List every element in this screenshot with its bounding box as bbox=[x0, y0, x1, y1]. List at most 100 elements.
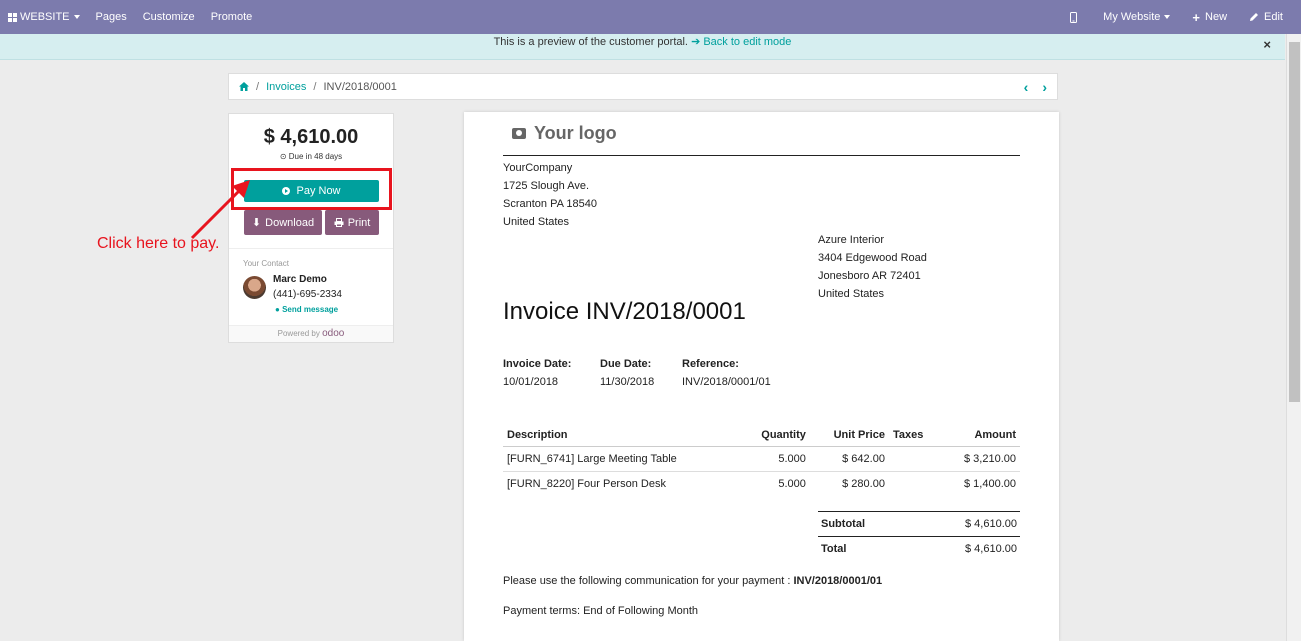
back-to-edit-label: Back to edit mode bbox=[703, 36, 792, 48]
next-record-chevron-right-icon[interactable]: › bbox=[1042, 79, 1047, 95]
new-label: New bbox=[1205, 11, 1228, 23]
amount-due: $ 4,610.00 bbox=[263, 126, 359, 148]
clock-icon: ⊙ bbox=[279, 152, 287, 161]
promote-menu[interactable]: Promote bbox=[203, 0, 261, 34]
address-line: 3404 Edgewood Road bbox=[818, 252, 927, 264]
line-unit-price: $ 642.00 bbox=[809, 446, 889, 472]
address-line: United States bbox=[503, 216, 570, 228]
invoice-lines-table: Description Quantity Unit Price Taxes Am… bbox=[503, 424, 1020, 496]
odoo-logo: odoo bbox=[322, 328, 345, 339]
contact-section-label: Your Contact bbox=[243, 259, 289, 268]
sidebar-divider bbox=[229, 248, 393, 249]
preview-text: This is a preview of the customer portal… bbox=[493, 36, 688, 48]
reference: Reference: INV/2018/0001/01 bbox=[682, 355, 771, 391]
send-message-link[interactable]: ● Send message bbox=[275, 305, 338, 314]
line-taxes bbox=[889, 472, 940, 497]
meta-value: INV/2018/0001/01 bbox=[682, 376, 771, 388]
page-scrollbar[interactable] bbox=[1286, 34, 1301, 641]
address-line: Scranton PA 18540 bbox=[503, 198, 597, 210]
column-header: Taxes bbox=[888, 424, 941, 447]
previous-record-chevron-left-icon[interactable]: ‹ bbox=[1024, 79, 1029, 95]
pages-menu[interactable]: Pages bbox=[88, 0, 135, 34]
line-amount: $ 1,400.00 bbox=[964, 478, 1016, 490]
customer-address: Azure Interior 3404 Edgewood Road Jonesb… bbox=[818, 231, 927, 303]
send-message-label: Send message bbox=[282, 305, 339, 314]
close-icon[interactable]: × bbox=[1263, 36, 1271, 53]
caret-down-icon bbox=[73, 15, 80, 19]
annotation-text: Click here to pay. bbox=[97, 235, 220, 252]
address-line: 1725 Slough Ave. bbox=[503, 180, 590, 192]
my-website-menu[interactable]: My Website bbox=[1095, 0, 1184, 34]
payment-communication: Please use the following communication f… bbox=[503, 575, 882, 587]
column-header: Quantity bbox=[739, 424, 810, 447]
line-description: [FURN_6741] Large Meeting Table bbox=[503, 446, 740, 472]
table-row: [FURN_8220] Four Person Desk 5.000 $ 280… bbox=[503, 472, 1020, 497]
print-label: Print bbox=[347, 216, 371, 229]
website-topbar: WEBSITE Pages Customize Promote My Websi… bbox=[0, 0, 1301, 34]
logo-text: Your logo bbox=[534, 123, 617, 143]
mobile-preview-button[interactable] bbox=[1062, 0, 1095, 34]
column-header: Unit Price bbox=[809, 424, 889, 447]
meta-value: 10/01/2018 bbox=[503, 376, 559, 388]
camera-icon bbox=[512, 128, 526, 139]
address-line: Jonesboro AR 72401 bbox=[818, 270, 921, 282]
due-text: Due in 48 days bbox=[288, 152, 343, 161]
powered-by-text: Powered by bbox=[277, 329, 320, 338]
meta-label: Invoice Date: bbox=[503, 358, 572, 370]
mobile-icon bbox=[1070, 11, 1078, 23]
breadcrumb-separator: / bbox=[256, 80, 260, 93]
line-description: [FURN_8220] Four Person Desk bbox=[507, 478, 666, 490]
line-quantity: 5.000 bbox=[739, 446, 810, 472]
due-date: Due Date: 11/30/2018 bbox=[600, 355, 654, 391]
line-unit-price: $ 280.00 bbox=[842, 478, 885, 490]
download-label: Download bbox=[265, 216, 315, 229]
edit-label: Edit bbox=[1264, 11, 1283, 23]
address-line: Azure Interior bbox=[818, 234, 885, 246]
total-label: Total bbox=[818, 536, 912, 561]
address-line: United States bbox=[818, 288, 885, 300]
total-row: Total $ 4,610.00 bbox=[818, 536, 1020, 561]
arrow-right-icon: ➔ bbox=[691, 36, 701, 48]
home-icon[interactable] bbox=[239, 82, 249, 91]
avatar bbox=[243, 276, 266, 299]
printer-icon bbox=[334, 218, 344, 227]
scrollbar-thumb[interactable] bbox=[1289, 42, 1300, 402]
edit-button[interactable]: Edit bbox=[1241, 0, 1291, 34]
total-value: $ 4,610.00 bbox=[911, 536, 1020, 561]
header-rule bbox=[503, 155, 1020, 156]
due-info: ⊙ Due in 48 days bbox=[229, 152, 393, 161]
pencil-icon bbox=[1250, 13, 1259, 21]
breadcrumb-separator: / bbox=[313, 80, 317, 93]
contact-name: Marc Demo bbox=[273, 274, 327, 285]
company-logo: Your logo bbox=[512, 123, 617, 144]
breadcrumb-invoices[interactable]: Invoices bbox=[266, 81, 306, 93]
company-address: YourCompany 1725 Slough Ave. Scranton PA… bbox=[503, 159, 597, 231]
meta-label: Reference: bbox=[682, 358, 739, 370]
caret-down-icon bbox=[1164, 15, 1171, 19]
new-button[interactable]: + New bbox=[1184, 0, 1241, 34]
column-header: Amount bbox=[940, 424, 1020, 447]
invoice-title: Invoice INV/2018/0001 bbox=[503, 298, 746, 325]
chat-icon: ● bbox=[275, 305, 280, 314]
totals-table: Subtotal $ 4,610.00 Total $ 4,610.00 bbox=[818, 511, 1020, 561]
breadcrumb-current: INV/2018/0001 bbox=[323, 80, 397, 93]
subtotal-value: $ 4,610.00 bbox=[911, 511, 1020, 537]
portal-preview-banner: This is a preview of the customer portal… bbox=[0, 34, 1285, 60]
subtotal-label: Subtotal bbox=[818, 511, 912, 537]
column-header: Description bbox=[503, 424, 740, 447]
print-button[interactable]: Print bbox=[325, 210, 379, 235]
plus-icon: + bbox=[1192, 9, 1201, 25]
table-row: [FURN_6741] Large Meeting Table 5.000 $ … bbox=[503, 446, 1020, 472]
invoice-document: Your logo YourCompany 1725 Slough Ave. S… bbox=[464, 112, 1059, 641]
meta-value: 11/30/2018 bbox=[600, 376, 655, 388]
website-menu[interactable]: WEBSITE bbox=[0, 0, 88, 34]
communication-text: Please use the following communication f… bbox=[503, 575, 791, 587]
back-to-edit-link[interactable]: ➔ Back to edit mode bbox=[691, 36, 791, 48]
apps-grid-icon bbox=[8, 12, 17, 22]
my-website-label: My Website bbox=[1103, 11, 1161, 23]
line-amount: $ 3,210.00 bbox=[940, 446, 1020, 472]
subtotal-row: Subtotal $ 4,610.00 bbox=[818, 511, 1020, 537]
table-header-row: Description Quantity Unit Price Taxes Am… bbox=[503, 424, 1020, 447]
communication-reference: INV/2018/0001/01 bbox=[793, 575, 883, 587]
customize-menu[interactable]: Customize bbox=[135, 0, 203, 34]
